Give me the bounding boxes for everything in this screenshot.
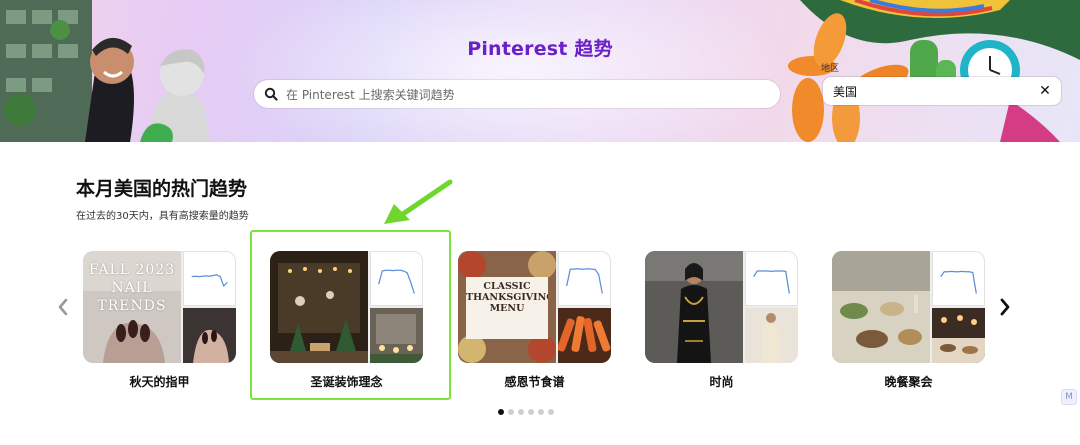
page-title: Pinterest 趋势 xyxy=(467,38,613,60)
trend-sparkline xyxy=(370,251,423,306)
trend-search-input[interactable]: 在 Pinterest 上搜索关键词趋势 xyxy=(254,80,780,108)
trend-card-side-image xyxy=(745,308,798,363)
trend-card-caption: CLASSIC THANKSGIVING MENU xyxy=(466,281,548,314)
trend-card-main-image: CLASSIC THANKSGIVING MENU xyxy=(458,251,556,363)
trend-card[interactable] xyxy=(832,251,985,363)
trend-card-main-image xyxy=(832,251,930,363)
carousel-dot[interactable] xyxy=(498,409,504,415)
carousel-pagination xyxy=(498,409,554,415)
trend-card-side-image xyxy=(932,308,985,363)
trend-card-images: CLASSIC THANKSGIVING MENU xyxy=(458,251,611,363)
carousel-next-button[interactable] xyxy=(994,296,1016,318)
region-value: 美国 xyxy=(833,84,858,99)
trend-card-images xyxy=(645,251,798,363)
trend-card-side-image xyxy=(183,308,236,363)
trend-card[interactable] xyxy=(645,251,798,363)
trend-card[interactable]: CLASSIC THANKSGIVING MENU xyxy=(458,251,611,363)
trend-card-label[interactable]: 圣诞装饰理念 xyxy=(270,373,423,390)
trend-sparkline xyxy=(932,251,985,306)
search-icon xyxy=(264,87,278,101)
hero-right-collage xyxy=(788,0,1080,142)
region-select[interactable]: 美国 ✕ xyxy=(823,77,1061,105)
carousel-dot[interactable] xyxy=(518,409,524,415)
chevron-right-icon xyxy=(1000,298,1010,316)
trend-card[interactable]: FALL 2023 NAIL TRENDS xyxy=(83,251,236,363)
carousel-dot[interactable] xyxy=(528,409,534,415)
trend-sparkline xyxy=(558,251,611,306)
search-placeholder: 在 Pinterest 上搜索关键词趋势 xyxy=(286,87,455,102)
trend-card-main-image xyxy=(645,251,743,363)
carousel-dot[interactable] xyxy=(548,409,554,415)
section-subtitle: 在过去的30天内，具有高搜索量的趋势 xyxy=(76,211,249,222)
trend-card-label[interactable]: 秋天的指甲 xyxy=(83,373,236,390)
chevron-left-icon xyxy=(58,298,68,316)
trend-card-label[interactable]: 晚餐聚会 xyxy=(832,373,985,390)
trend-card-images xyxy=(270,251,423,363)
carousel-prev-button[interactable] xyxy=(52,296,74,318)
region-label: 地区 xyxy=(821,64,840,74)
annotation-arrow-icon xyxy=(384,179,453,224)
trend-card[interactable] xyxy=(270,251,423,363)
trend-sparkline xyxy=(183,251,236,306)
trend-card-main-image: FALL 2023 NAIL TRENDS xyxy=(83,251,181,363)
trend-card-images xyxy=(832,251,985,363)
hero-banner: Pinterest 趋势 在 Pinterest 上搜索关键词趋势 地区 美国 … xyxy=(0,0,1080,142)
section-title: 本月美国的热门趋势 xyxy=(76,178,248,200)
trend-card-label[interactable]: 时尚 xyxy=(645,373,798,390)
hero-left-collage xyxy=(0,0,210,142)
trend-sparkline xyxy=(745,251,798,306)
hero-glow xyxy=(230,0,790,142)
page-root: Pinterest 趋势 在 Pinterest 上搜索关键词趋势 地区 美国 … xyxy=(0,0,1080,445)
clear-icon[interactable]: ✕ xyxy=(1037,83,1053,99)
corner-widget-icon[interactable]: M xyxy=(1061,389,1077,405)
trend-card-side-image xyxy=(370,308,423,363)
carousel-dot[interactable] xyxy=(508,409,514,415)
trend-card-side-image xyxy=(558,308,611,363)
trend-card-images: FALL 2023 NAIL TRENDS xyxy=(83,251,236,363)
trend-card-main-image xyxy=(270,251,368,363)
trend-card-label[interactable]: 感恩节食谱 xyxy=(458,373,611,390)
trend-card-caption: FALL 2023 NAIL TRENDS xyxy=(88,262,176,314)
carousel-dot[interactable] xyxy=(538,409,544,415)
